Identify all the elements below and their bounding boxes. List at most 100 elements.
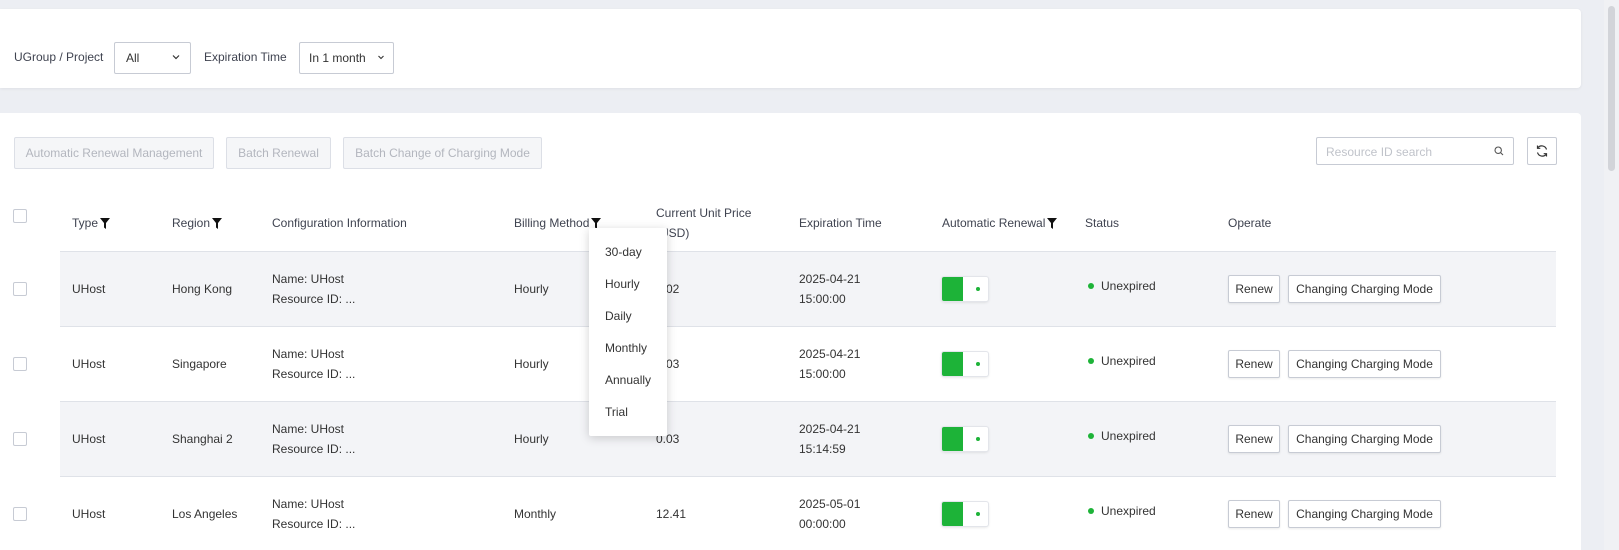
filter-panel: UGroup / Project All Expiration Time In …	[0, 9, 1581, 88]
automatic-renewal-header-label: Automatic Renewal	[942, 216, 1046, 230]
expiration-time-select[interactable]: In 1 month	[299, 42, 394, 74]
expiration-date: 2025-04-21	[799, 422, 861, 436]
change-charging-mode-button[interactable]: Changing Charging Mode	[1288, 425, 1441, 453]
column-header-status: Status	[1085, 214, 1119, 232]
region-cell: Shanghai 2	[172, 432, 233, 446]
column-header-automatic-renewal[interactable]: Automatic Renewal	[942, 214, 1058, 232]
expiration-time-label: Expiration Time	[204, 50, 287, 64]
status-text: Unexpired	[1101, 429, 1156, 443]
refresh-icon	[1536, 145, 1548, 157]
configuration-cell: Name: UHost Resource ID: ...	[272, 494, 355, 534]
expiration-time-cell: 2025-04-21 15:14:59	[799, 419, 860, 459]
billing-method-filter-dropdown: 30-day Hourly Daily Monthly Annually Tri…	[589, 228, 667, 436]
configuration-header-label: Configuration Information	[272, 216, 407, 230]
type-cell: UHost	[72, 357, 106, 371]
resource-id-search-input[interactable]: Resource ID search	[1316, 137, 1514, 165]
expiration-time-cell: 2025-05-01 00:00:00	[799, 494, 860, 534]
change-charging-mode-button[interactable]: Changing Charging Mode	[1288, 275, 1441, 303]
column-header-operate: Operate	[1228, 214, 1271, 232]
column-header-expiration-time: Expiration Time	[799, 214, 882, 232]
billing-method-cell: Hourly	[514, 432, 549, 446]
config-resource-id: Resource ID: ...	[272, 442, 356, 456]
billing-option-hourly[interactable]: Hourly	[589, 268, 667, 300]
search-icon[interactable]	[1494, 146, 1504, 156]
billing-method-header-label: Billing Method	[514, 216, 590, 230]
auto-renewal-toggle[interactable]	[942, 427, 988, 451]
filter-icon[interactable]	[1047, 217, 1058, 229]
table-row: UHost Hong Kong Name: UHost Resource ID:…	[60, 251, 1556, 326]
config-resource-id: Resource ID: ...	[272, 517, 356, 531]
renew-button[interactable]: Renew	[1228, 500, 1280, 528]
column-header-type[interactable]: Type	[72, 214, 111, 232]
status-badge: Unexpired	[1088, 504, 1156, 518]
filter-icon[interactable]	[100, 217, 111, 229]
expiration-time-cell: 2025-04-21 15:00:00	[799, 344, 860, 384]
expiration-date: 2025-04-21	[799, 347, 861, 361]
region-cell: Singapore	[172, 357, 227, 371]
type-cell: UHost	[72, 507, 106, 521]
automatic-renewal-management-button[interactable]: Automatic Renewal Management	[14, 137, 214, 169]
ugroup-project-label: UGroup / Project	[14, 50, 104, 64]
billing-option-trial[interactable]: Trial	[589, 396, 667, 428]
batch-change-charging-mode-button[interactable]: Batch Change of Charging Mode	[343, 137, 542, 169]
billing-method-cell: Monthly	[514, 507, 557, 521]
billing-option-daily[interactable]: Daily	[589, 300, 667, 332]
ugroup-project-select[interactable]: All	[114, 42, 191, 74]
table-row: UHost Singapore Name: UHost Resource ID:…	[60, 326, 1556, 401]
billing-option-30-day[interactable]: 30-day	[589, 236, 667, 268]
billing-option-annually[interactable]: Annually	[589, 364, 667, 396]
column-header-current-unit-price: Current Unit Price (USD)	[656, 203, 766, 243]
status-badge: Unexpired	[1088, 354, 1156, 368]
table-row: UHost Shanghai 2 Name: UHost Resource ID…	[60, 401, 1556, 476]
status-text: Unexpired	[1101, 504, 1156, 518]
configuration-cell: Name: UHost Resource ID: ...	[272, 419, 355, 459]
status-header-label: Status	[1085, 216, 1120, 230]
expiration-clock: 15:14:59	[799, 442, 846, 456]
billing-option-monthly[interactable]: Monthly	[589, 332, 667, 364]
status-dot-icon	[1088, 433, 1094, 439]
row-checkbox[interactable]	[13, 282, 27, 296]
configuration-cell: Name: UHost Resource ID: ...	[272, 344, 355, 384]
type-cell: UHost	[72, 282, 106, 296]
region-header-label: Region	[172, 216, 211, 230]
batch-renewal-button[interactable]: Batch Renewal	[226, 137, 331, 169]
resource-table-panel: Automatic Renewal Management Batch Renew…	[0, 113, 1581, 550]
auto-renewal-toggle[interactable]	[942, 352, 988, 376]
unit-price-cell: 12.41	[656, 507, 687, 521]
type-cell: UHost	[72, 432, 106, 446]
billing-method-cell: Hourly	[514, 282, 549, 296]
row-checkbox[interactable]	[13, 507, 27, 521]
config-name: Name: UHost	[272, 347, 345, 361]
billing-method-cell: Hourly	[514, 357, 549, 371]
operate-header-label: Operate	[1228, 216, 1272, 230]
status-dot-icon	[1088, 508, 1094, 514]
renew-button[interactable]: Renew	[1228, 425, 1280, 453]
scrollbar-thumb[interactable]	[1608, 6, 1615, 171]
region-cell: Hong Kong	[172, 282, 233, 296]
filter-icon[interactable]	[212, 217, 223, 229]
filter-icon[interactable]	[591, 217, 602, 229]
change-charging-mode-button[interactable]: Changing Charging Mode	[1288, 500, 1441, 528]
renew-button[interactable]: Renew	[1228, 350, 1280, 378]
search-placeholder: Resource ID search	[1326, 145, 1433, 159]
refresh-button[interactable]	[1527, 137, 1557, 165]
change-charging-mode-button[interactable]: Changing Charging Mode	[1288, 350, 1441, 378]
status-badge: Unexpired	[1088, 429, 1156, 443]
expiration-time-cell: 2025-04-21 15:00:00	[799, 269, 860, 309]
config-resource-id: Resource ID: ...	[272, 292, 356, 306]
config-name: Name: UHost	[272, 422, 345, 436]
auto-renewal-toggle[interactable]	[942, 277, 988, 301]
expiration-time-value: In 1 month	[309, 51, 366, 65]
configuration-cell: Name: UHost Resource ID: ...	[272, 269, 355, 309]
select-all-checkbox[interactable]	[13, 209, 27, 223]
expiration-header-label: Expiration Time	[799, 216, 882, 230]
region-cell: Los Angeles	[172, 507, 238, 521]
column-header-region[interactable]: Region	[172, 214, 223, 232]
chevron-down-icon	[378, 55, 384, 60]
expiration-date: 2025-04-21	[799, 272, 861, 286]
page-scrollbar[interactable]	[1604, 0, 1619, 550]
auto-renewal-toggle[interactable]	[942, 502, 988, 526]
renew-button[interactable]: Renew	[1228, 275, 1280, 303]
row-checkbox[interactable]	[13, 432, 27, 446]
row-checkbox[interactable]	[13, 357, 27, 371]
